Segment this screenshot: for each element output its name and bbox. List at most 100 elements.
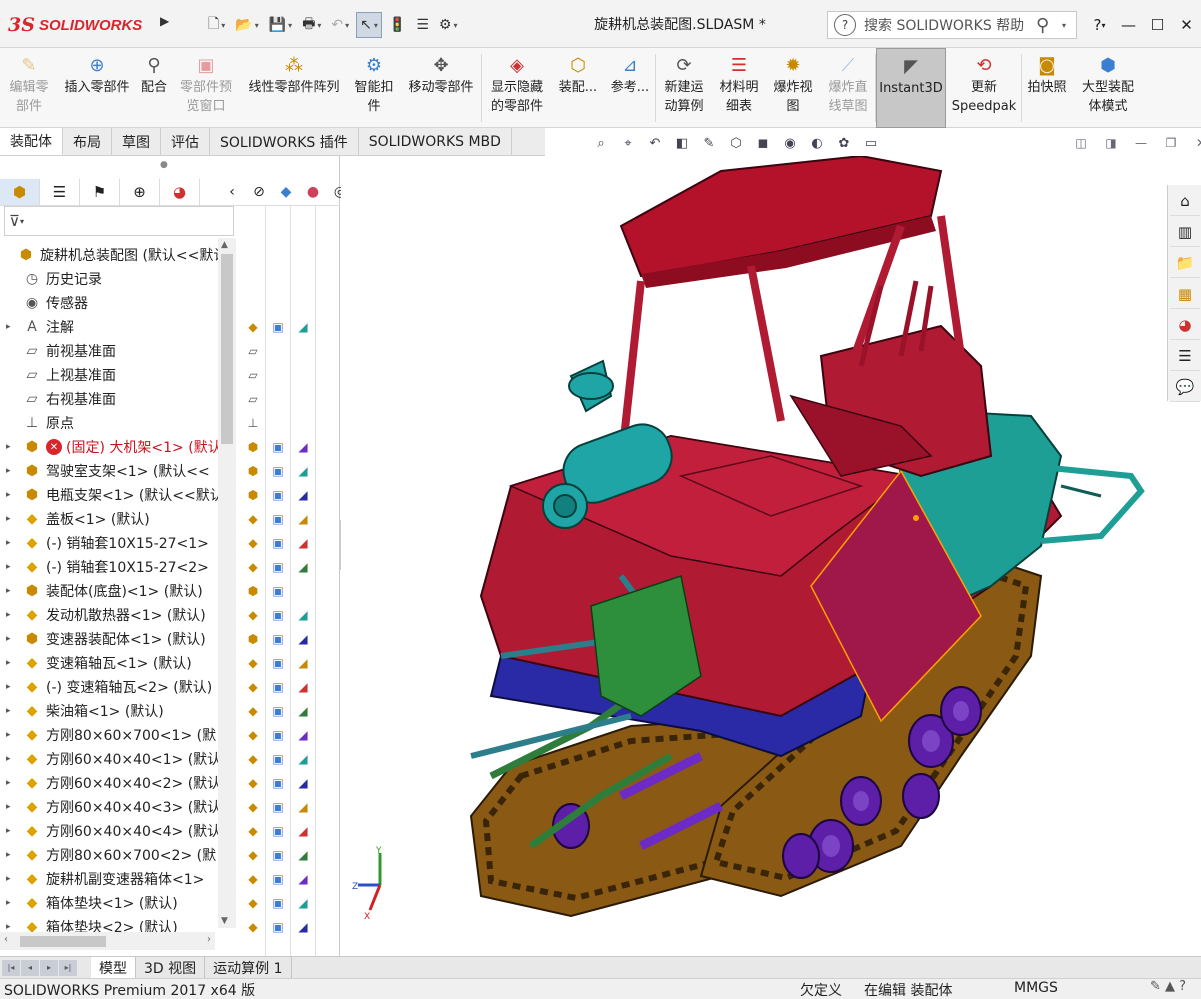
- file-properties-icon[interactable]: ☰: [413, 12, 432, 38]
- tree-item[interactable]: ▸ ⬢ 驾驶室支架<1> (默认<<: [0, 459, 236, 483]
- tree-item[interactable]: ◉ 传感器: [0, 291, 236, 315]
- display-mode-icon[interactable]: ◆: [274, 180, 298, 204]
- appearance-swatch-icon[interactable]: ◢: [293, 701, 313, 721]
- status-units[interactable]: MMGS: [1014, 980, 1058, 996]
- tree-item[interactable]: ▸ ◆ 方刚60×40×40<4> (默认: [0, 819, 236, 843]
- command-tab[interactable]: SOLIDWORKS MBD: [359, 128, 512, 155]
- zoom-to-area-icon[interactable]: ⌖: [617, 133, 639, 153]
- display-mode-icon[interactable]: ▣: [268, 437, 288, 457]
- ribbon-button-linear-pattern[interactable]: ⁂ 线性零部件阵列: [240, 48, 348, 128]
- tree-item[interactable]: ▱ 上视基准面: [0, 363, 236, 387]
- view-settings-icon[interactable]: ▭: [860, 133, 882, 153]
- appearance-swatch-icon[interactable]: ◢: [293, 533, 313, 553]
- expand-arrow-icon[interactable]: ▸: [6, 754, 16, 764]
- expand-arrow-icon[interactable]: ▸: [6, 586, 16, 596]
- graphics-close-icon[interactable]: ✕: [1190, 134, 1201, 152]
- component-visibility-icon[interactable]: ⬢: [243, 485, 263, 505]
- propertymanager-tab-icon[interactable]: ☰: [40, 178, 80, 205]
- bottom-tab[interactable]: 运动算例 1: [205, 957, 292, 978]
- tree-item[interactable]: ▸ ⬢ 电瓶支架<1> (默认<<默认: [0, 483, 236, 507]
- scroll-up-icon[interactable]: ▲: [221, 240, 228, 250]
- display-style-icon[interactable]: ◼: [752, 133, 774, 153]
- display-mode-icon[interactable]: ▣: [268, 773, 288, 793]
- display-mode-icon[interactable]: ▣: [268, 317, 288, 337]
- appearance-swatch-icon[interactable]: ◢: [293, 845, 313, 865]
- display-mode-icon[interactable]: ▣: [268, 653, 288, 673]
- plane-visibility-icon[interactable]: ▱: [243, 365, 263, 385]
- search-dropdown-icon[interactable]: ▾: [1062, 21, 1076, 30]
- ribbon-button-reference-geometry[interactable]: ⊿ 参考...: [604, 48, 656, 128]
- ribbon-button-snapshot[interactable]: ◙ 拍快照: [1022, 48, 1072, 128]
- hide-show-column-icon[interactable]: ⊘: [247, 180, 271, 204]
- ribbon-button-large-assembly[interactable]: ⬢ 大型装配 体模式: [1072, 48, 1144, 128]
- ribbon-button-mate[interactable]: ⚲ 配合: [136, 48, 172, 128]
- scroll-left-icon[interactable]: ‹: [4, 934, 8, 945]
- tab-next-icon[interactable]: ▸: [40, 959, 58, 976]
- display-mode-icon[interactable]: ▣: [268, 893, 288, 913]
- component-visibility-icon[interactable]: ◆: [243, 557, 263, 577]
- view-orientation-icon[interactable]: ⬡: [725, 133, 747, 153]
- design-library-icon[interactable]: ▥: [1170, 217, 1200, 247]
- component-visibility-icon[interactable]: ◆: [243, 917, 263, 937]
- display-mode-icon[interactable]: ▣: [268, 605, 288, 625]
- component-visibility-icon[interactable]: ◆: [243, 893, 263, 913]
- component-visibility-icon[interactable]: ⬢: [243, 581, 263, 601]
- component-visibility-icon[interactable]: ◆: [243, 677, 263, 697]
- expand-arrow-icon[interactable]: ▸: [6, 322, 16, 332]
- appearance-swatch-icon[interactable]: ◢: [293, 725, 313, 745]
- component-visibility-icon[interactable]: ◆: [243, 317, 263, 337]
- display-mode-icon[interactable]: ▣: [268, 533, 288, 553]
- display-mode-icon[interactable]: ▣: [268, 701, 288, 721]
- appearance-swatch-icon[interactable]: ◢: [293, 605, 313, 625]
- component-visibility-icon[interactable]: ◆: [243, 797, 263, 817]
- expand-arrow-icon[interactable]: ▸: [6, 826, 16, 836]
- tree-item[interactable]: ⬢ 旋耕机总装配图 (默认<<默认: [0, 243, 236, 267]
- graphics-restore-icon[interactable]: ❐: [1160, 134, 1182, 152]
- tree-item[interactable]: ▸ ◆ 方刚80×60×700<1> (默: [0, 723, 236, 747]
- tree-item[interactable]: ▸ ◆ 旋耕机副变速器箱体<1>: [0, 867, 236, 891]
- displaymanager-tab-icon[interactable]: ◕: [160, 178, 200, 205]
- tree-item[interactable]: ▸ ◆ (-) 变速箱轴瓦<2> (默认): [0, 675, 236, 699]
- appearance-swatch-icon[interactable]: ◢: [293, 773, 313, 793]
- display-mode-icon[interactable]: ▣: [268, 677, 288, 697]
- options-gear-icon[interactable]: ⚙ ▾: [436, 12, 461, 38]
- tree-item[interactable]: ▸ A 注解: [0, 315, 236, 339]
- tree-item[interactable]: ▸ ◆ (-) 销轴套10X15-27<2>: [0, 555, 236, 579]
- component-visibility-icon[interactable]: ◆: [243, 845, 263, 865]
- solidworks-forum-icon[interactable]: 💬: [1170, 372, 1200, 402]
- tab-first-icon[interactable]: |◂: [2, 959, 20, 976]
- tree-horizontal-scrollbar[interactable]: ‹ ›: [0, 932, 215, 950]
- tree-item[interactable]: ▱ 右视基准面: [0, 387, 236, 411]
- scroll-right-icon[interactable]: ›: [207, 934, 211, 945]
- tree-item[interactable]: ◷ 历史记录: [0, 267, 236, 291]
- expand-arrow-icon[interactable]: ▸: [6, 850, 16, 860]
- tree-item[interactable]: ▸ ⬢ 变速器装配体<1> (默认): [0, 627, 236, 651]
- tree-item[interactable]: ▸ ◆ 方刚60×40×40<2> (默认: [0, 771, 236, 795]
- dimxpert-tab-icon[interactable]: ⊕: [120, 178, 160, 205]
- tree-item[interactable]: ▸ ◆ 发动机散热器<1> (默认): [0, 603, 236, 627]
- plane-visibility-icon[interactable]: ▱: [243, 389, 263, 409]
- search-icon[interactable]: ⚲: [1036, 15, 1062, 36]
- display-mode-icon[interactable]: ▣: [268, 629, 288, 649]
- tree-vertical-scrollbar[interactable]: ▲ ▼: [218, 238, 236, 928]
- section-view-icon[interactable]: ◧: [671, 133, 693, 153]
- expand-arrow-icon[interactable]: ▸: [6, 514, 16, 524]
- graphics-minimize-icon[interactable]: —: [1130, 134, 1152, 152]
- ribbon-button-insert-components[interactable]: ⊕ 插入零部件: [58, 48, 136, 128]
- help-search-box[interactable]: ? 搜索 SOLIDWORKS 帮助 ⚲ ▾: [827, 11, 1077, 39]
- tab-prev-icon[interactable]: ◂: [21, 959, 39, 976]
- tree-item[interactable]: ▸ ◆ 箱体垫块<1> (默认): [0, 891, 236, 915]
- appearance-swatch-icon[interactable]: ◢: [293, 893, 313, 913]
- search-placeholder[interactable]: 搜索 SOLIDWORKS 帮助: [864, 15, 1036, 35]
- ribbon-button-bom[interactable]: ☰ 材料明 细表: [712, 48, 766, 128]
- new-document-icon[interactable]: 🗋 ▾: [205, 12, 228, 38]
- apply-scene-icon[interactable]: ✿: [833, 133, 855, 153]
- previous-view-icon[interactable]: ↶: [644, 133, 666, 153]
- appearances-scenes-icon[interactable]: ◕: [1170, 310, 1200, 340]
- display-mode-icon[interactable]: ▣: [268, 845, 288, 865]
- command-tab[interactable]: 装配体: [0, 128, 63, 155]
- file-explorer-icon[interactable]: 📁: [1170, 248, 1200, 278]
- component-visibility-icon[interactable]: ◆: [243, 773, 263, 793]
- ribbon-button-smart-fasteners[interactable]: ⚙ 智能扣 件: [348, 48, 400, 128]
- tree-item[interactable]: ⊥ 原点: [0, 411, 236, 435]
